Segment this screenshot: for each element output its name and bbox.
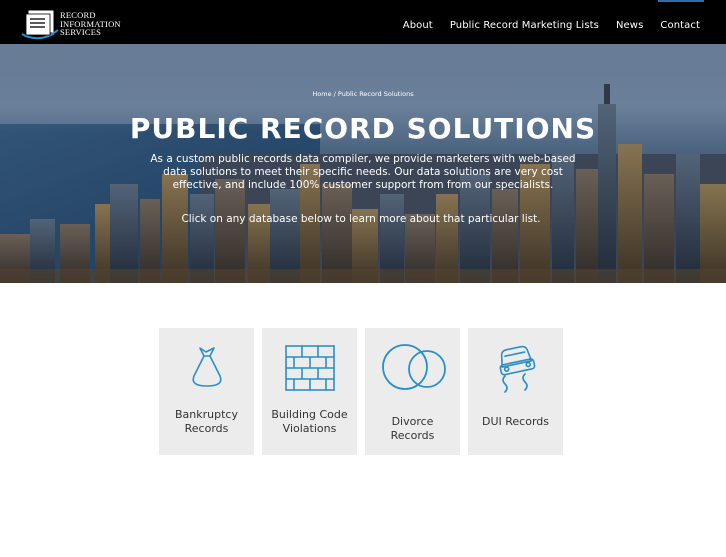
breadcrumb[interactable]: Home / Public Record Solutions [0,90,726,98]
rings-icon [381,344,446,390]
card-label: Building Code Violations [271,408,348,435]
document-logo-icon [21,10,59,40]
site-logo[interactable]: RECORD INFORMATION SERVICES [20,8,130,40]
database-cards: Bankruptcy Records Building Code Violati… [159,328,563,455]
nav-link-about[interactable]: About [403,20,433,31]
page-title: PUBLIC RECORD SOLUTIONS [129,112,597,145]
nav-link-public-record-marketing-lists[interactable]: Public Record Marketing Lists [450,20,599,31]
card-label: DUI Records [482,415,549,428]
card-label: Divorce Records [390,415,435,442]
card-divorce-records[interactable]: Divorce Records [365,328,460,455]
card-bankruptcy-records[interactable]: Bankruptcy Records [159,328,254,455]
top-navigation-bar: RECORD INFORMATION SERVICES About Public… [0,0,726,44]
card-building-code-violations[interactable]: Building Code Violations [262,328,357,455]
brick-wall-icon [284,345,335,391]
money-bag-icon [192,347,221,387]
card-label: Bankruptcy Records [175,408,238,435]
logo-text: RECORD INFORMATION SERVICES [60,11,121,37]
top-accent-line [658,0,704,2]
logo-line: SERVICES [60,27,102,37]
nav-link-news[interactable]: News [616,20,643,31]
swerving-car-icon [499,345,535,393]
card-dui-records[interactable]: DUI Records [468,328,563,455]
hero-description: As a custom public records data compiler… [150,153,576,191]
hero-banner: Home / Public Record Solutions PUBLIC RE… [0,44,726,283]
nav-link-contact[interactable]: Contact [660,20,700,31]
main-nav: About Public Record Marketing Lists News… [403,20,700,31]
hero-instruction: Click on any database below to learn mor… [181,213,541,225]
